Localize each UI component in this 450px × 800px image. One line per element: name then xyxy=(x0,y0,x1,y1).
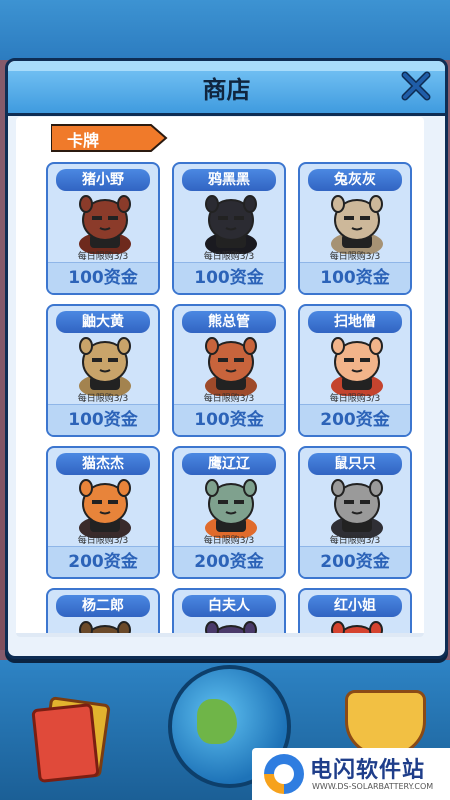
shop-card[interactable]: 红小姐 xyxy=(298,588,412,637)
daily-limit: 每日限购3/3 xyxy=(203,252,255,262)
character-portrait-icon xyxy=(331,195,383,254)
modal-title: 商店 xyxy=(202,76,251,104)
character-portrait-icon xyxy=(79,337,131,396)
shop-modal: 商店 卡牌 猪小野 每日限购3/3 100资金 鸦黑黑 每日限购3/3 100资金 兔灰灰每… xyxy=(5,58,448,659)
scroll-edge xyxy=(16,633,424,637)
daily-limit: 每日限购3/3 xyxy=(329,536,381,546)
shop-card[interactable]: 鹰辽辽每日限购3/3 200资金 xyxy=(172,446,286,579)
price-button[interactable]: 100资金 xyxy=(174,404,284,435)
close-icon xyxy=(401,71,431,101)
shop-card[interactable]: 猪小野每日限购3/3 100资金 xyxy=(46,162,160,295)
daily-limit: 每日限购3/3 xyxy=(77,252,129,262)
character-portrait-icon xyxy=(331,479,383,538)
character-portrait-icon xyxy=(205,337,257,396)
watermark: 电闪软件站 WWW.DS-SOLARBATTERY.COM xyxy=(252,748,450,800)
shop-card[interactable]: 鼠只只每日限购3/3 200资金 xyxy=(298,446,412,579)
character-portrait-icon xyxy=(205,195,257,254)
background-top-bar xyxy=(0,0,450,60)
card-name: 兔灰灰 xyxy=(308,169,402,191)
character-portrait-icon xyxy=(331,337,383,396)
price-button[interactable]: 200资金 xyxy=(48,546,158,577)
bowl-icon[interactable] xyxy=(345,690,426,756)
card-name: 鸦黑黑 xyxy=(182,169,276,191)
shop-card[interactable]: 杨二郎 xyxy=(46,588,160,637)
daily-limit: 每日限购3/3 xyxy=(77,394,129,404)
character-portrait-icon xyxy=(205,479,257,538)
character-portrait-icon xyxy=(79,195,131,254)
card-name: 鼠只只 xyxy=(308,453,402,475)
character-portrait-icon xyxy=(79,479,131,538)
watermark-logo-icon xyxy=(264,754,304,794)
section-tab-cards[interactable]: 卡牌 xyxy=(51,123,171,153)
shop-card[interactable]: 鼬大黄每日限购3/3 100资金 xyxy=(46,304,160,437)
shop-card[interactable]: 白夫人 xyxy=(172,588,286,637)
shop-card[interactable]: 扫地僧每日限购3/3 200资金 xyxy=(298,304,412,437)
shop-content[interactable]: 卡牌 猪小野 每日限购3/3 100资金 鸦黑黑 每日限购3/3 100资金 兔灰灰 每日限购… xyxy=(16,117,424,637)
price-button[interactable]: 200资金 xyxy=(300,404,410,435)
price-button[interactable]: 100资金 xyxy=(48,404,158,435)
daily-limit: 每日限购3/3 xyxy=(203,536,255,546)
section-tab-label: 卡牌 xyxy=(67,131,100,150)
card-name: 红小姐 xyxy=(308,595,402,617)
card-name: 鹰辽辽 xyxy=(182,453,276,475)
card-name: 杨二郎 xyxy=(56,595,150,617)
card-name: 白夫人 xyxy=(182,595,276,617)
close-button[interactable] xyxy=(397,67,435,105)
shop-card[interactable]: 鸦黑黑每日限购3/3 100资金 xyxy=(172,162,286,295)
watermark-title: 电闪软件站 xyxy=(310,758,426,783)
card-name: 猪小野 xyxy=(56,169,150,191)
modal-header: 商店 xyxy=(8,61,445,116)
price-button[interactable]: 100资金 xyxy=(300,262,410,293)
shop-card[interactable]: 熊总管每日限购3/3 100资金 xyxy=(172,304,286,437)
card-deck-icon[interactable] xyxy=(31,696,111,783)
price-button[interactable]: 100资金 xyxy=(48,262,158,293)
watermark-url: WWW.DS-SOLARBATTERY.COM xyxy=(312,782,434,791)
shop-card[interactable]: 猫杰杰每日限购3/3 200资金 xyxy=(46,446,160,579)
daily-limit: 每日限购3/3 xyxy=(77,536,129,546)
card-name: 熊总管 xyxy=(182,311,276,333)
daily-limit: 每日限购3/3 xyxy=(329,252,381,262)
card-name: 鼬大黄 xyxy=(56,311,150,333)
daily-limit: 每日限购3/3 xyxy=(203,394,255,404)
card-name: 猫杰杰 xyxy=(56,453,150,475)
price-button[interactable]: 100资金 xyxy=(174,262,284,293)
price-button[interactable]: 200资金 xyxy=(300,546,410,577)
card-name: 扫地僧 xyxy=(308,311,402,333)
daily-limit: 每日限购3/3 xyxy=(329,394,381,404)
price-button[interactable]: 200资金 xyxy=(174,546,284,577)
shop-card[interactable]: 兔灰灰每日限购3/3 100资金 xyxy=(298,162,412,295)
